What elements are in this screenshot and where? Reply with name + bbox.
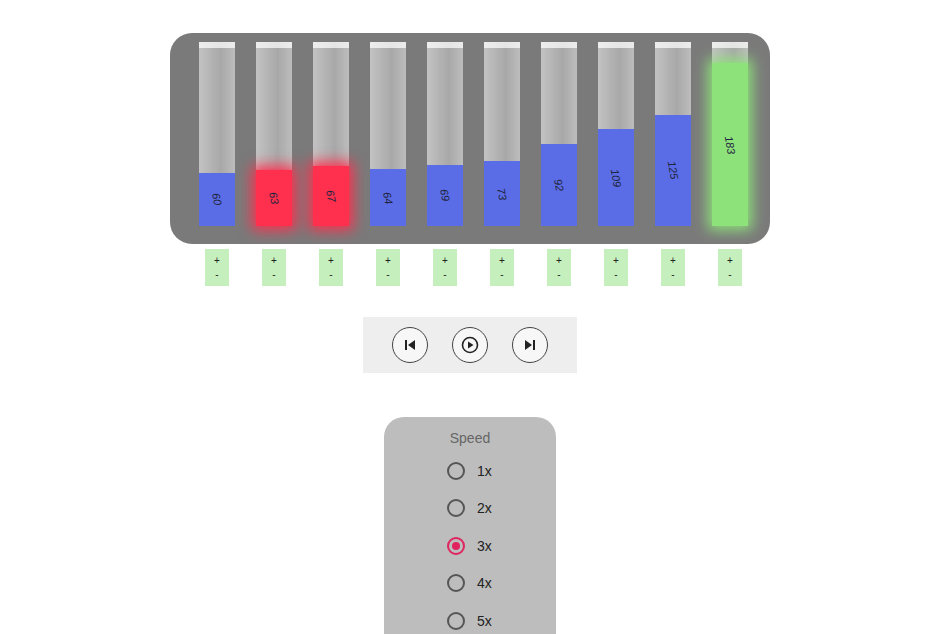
- bar-value: 60: [210, 192, 224, 206]
- radio-button[interactable]: [447, 499, 465, 517]
- play-button[interactable]: [452, 327, 488, 363]
- increase-button[interactable]: +: [442, 255, 448, 267]
- radio-button[interactable]: [447, 612, 465, 630]
- increase-button[interactable]: +: [556, 255, 562, 267]
- radio-button[interactable]: [447, 574, 465, 592]
- bar-fill: 67: [313, 166, 349, 226]
- adjust-card: +-: [604, 249, 628, 286]
- bar-tube: 125: [655, 42, 691, 226]
- increase-button[interactable]: +: [214, 255, 220, 267]
- speed-option[interactable]: 3x: [447, 527, 501, 565]
- bar-tube: 64: [370, 42, 406, 226]
- bar-fill: 92: [541, 144, 577, 226]
- bar-fill: 125: [655, 115, 691, 226]
- play-icon: [461, 336, 479, 354]
- speed-label: 3x: [477, 538, 501, 554]
- bar-fill: 109: [598, 129, 634, 226]
- increase-button[interactable]: +: [613, 255, 619, 267]
- adjust-card: +-: [490, 249, 514, 286]
- bar-fill: 60: [199, 173, 235, 226]
- speed-label: 5x: [477, 613, 501, 629]
- bar-fill: 64: [370, 169, 406, 226]
- adjust-card: +-: [661, 249, 685, 286]
- adjust-card: +-: [433, 249, 457, 286]
- speed-panel: Speed 1x 2x 3x 4x 5x: [384, 417, 556, 634]
- adjust-row: +-+-+-+-+-+-+-+-+-+-: [170, 244, 770, 286]
- decrease-button[interactable]: -: [329, 269, 332, 281]
- adjust-card: +-: [205, 249, 229, 286]
- increase-button[interactable]: +: [670, 255, 676, 267]
- bar-value: 183: [722, 134, 737, 154]
- increase-button[interactable]: +: [727, 255, 733, 267]
- bar-fill: 183: [712, 63, 748, 226]
- adjust-card: +-: [547, 249, 571, 286]
- sort-visualizer: 60636764697392109125183+-+-+-+-+-+-+-+-+…: [0, 0, 940, 634]
- decrease-button[interactable]: -: [443, 269, 446, 281]
- bar-tube: 60: [199, 42, 235, 226]
- bar-fill: 69: [427, 165, 463, 226]
- radio-button[interactable]: [447, 537, 465, 555]
- increase-button[interactable]: +: [385, 255, 391, 267]
- decrease-button[interactable]: -: [386, 269, 389, 281]
- adjust-card: +-: [376, 249, 400, 286]
- radio-dot: [452, 542, 460, 550]
- decrease-button[interactable]: -: [500, 269, 503, 281]
- bar-tube: 67: [313, 42, 349, 226]
- previous-button[interactable]: [392, 327, 428, 363]
- bar-value: 109: [608, 167, 623, 187]
- bar-tube: 109: [598, 42, 634, 226]
- bar-tube: 92: [541, 42, 577, 226]
- bar-value: 125: [665, 160, 680, 180]
- decrease-button[interactable]: -: [614, 269, 617, 281]
- bar-fill: 73: [484, 161, 520, 226]
- speed-title: Speed: [450, 430, 490, 446]
- skip-back-icon: [403, 338, 417, 352]
- increase-button[interactable]: +: [271, 255, 277, 267]
- speed-label: 1x: [477, 463, 501, 479]
- decrease-button[interactable]: -: [215, 269, 218, 281]
- increase-button[interactable]: +: [499, 255, 505, 267]
- bar-tube: 69: [427, 42, 463, 226]
- bar-fill: 63: [256, 170, 292, 226]
- bar-value: 73: [495, 186, 509, 200]
- increase-button[interactable]: +: [328, 255, 334, 267]
- decrease-button[interactable]: -: [557, 269, 560, 281]
- bar-value: 64: [381, 190, 395, 204]
- speed-option[interactable]: 1x: [447, 452, 501, 490]
- skip-forward-icon: [523, 338, 537, 352]
- speed-option[interactable]: 5x: [447, 602, 501, 634]
- radio-button[interactable]: [447, 462, 465, 480]
- bar-tube: 73: [484, 42, 520, 226]
- playback-controls: [363, 317, 577, 373]
- bar-value: 63: [267, 191, 281, 205]
- bar-tube: 63: [256, 42, 292, 226]
- adjust-card: +-: [718, 249, 742, 286]
- adjust-card: +-: [319, 249, 343, 286]
- speed-option[interactable]: 2x: [447, 490, 501, 528]
- speed-option[interactable]: 4x: [447, 565, 501, 603]
- speed-label: 2x: [477, 500, 501, 516]
- decrease-button[interactable]: -: [728, 269, 731, 281]
- bar-board: 60 63 67 64 69 73 92 109 125 183: [170, 33, 770, 244]
- bar-value: 92: [552, 178, 566, 192]
- bar-value: 67: [324, 189, 338, 203]
- decrease-button[interactable]: -: [671, 269, 674, 281]
- bar-tube: 183: [712, 42, 748, 226]
- bar-value: 69: [438, 188, 452, 202]
- decrease-button[interactable]: -: [272, 269, 275, 281]
- speed-label: 4x: [477, 575, 501, 591]
- adjust-card: +-: [262, 249, 286, 286]
- next-button[interactable]: [512, 327, 548, 363]
